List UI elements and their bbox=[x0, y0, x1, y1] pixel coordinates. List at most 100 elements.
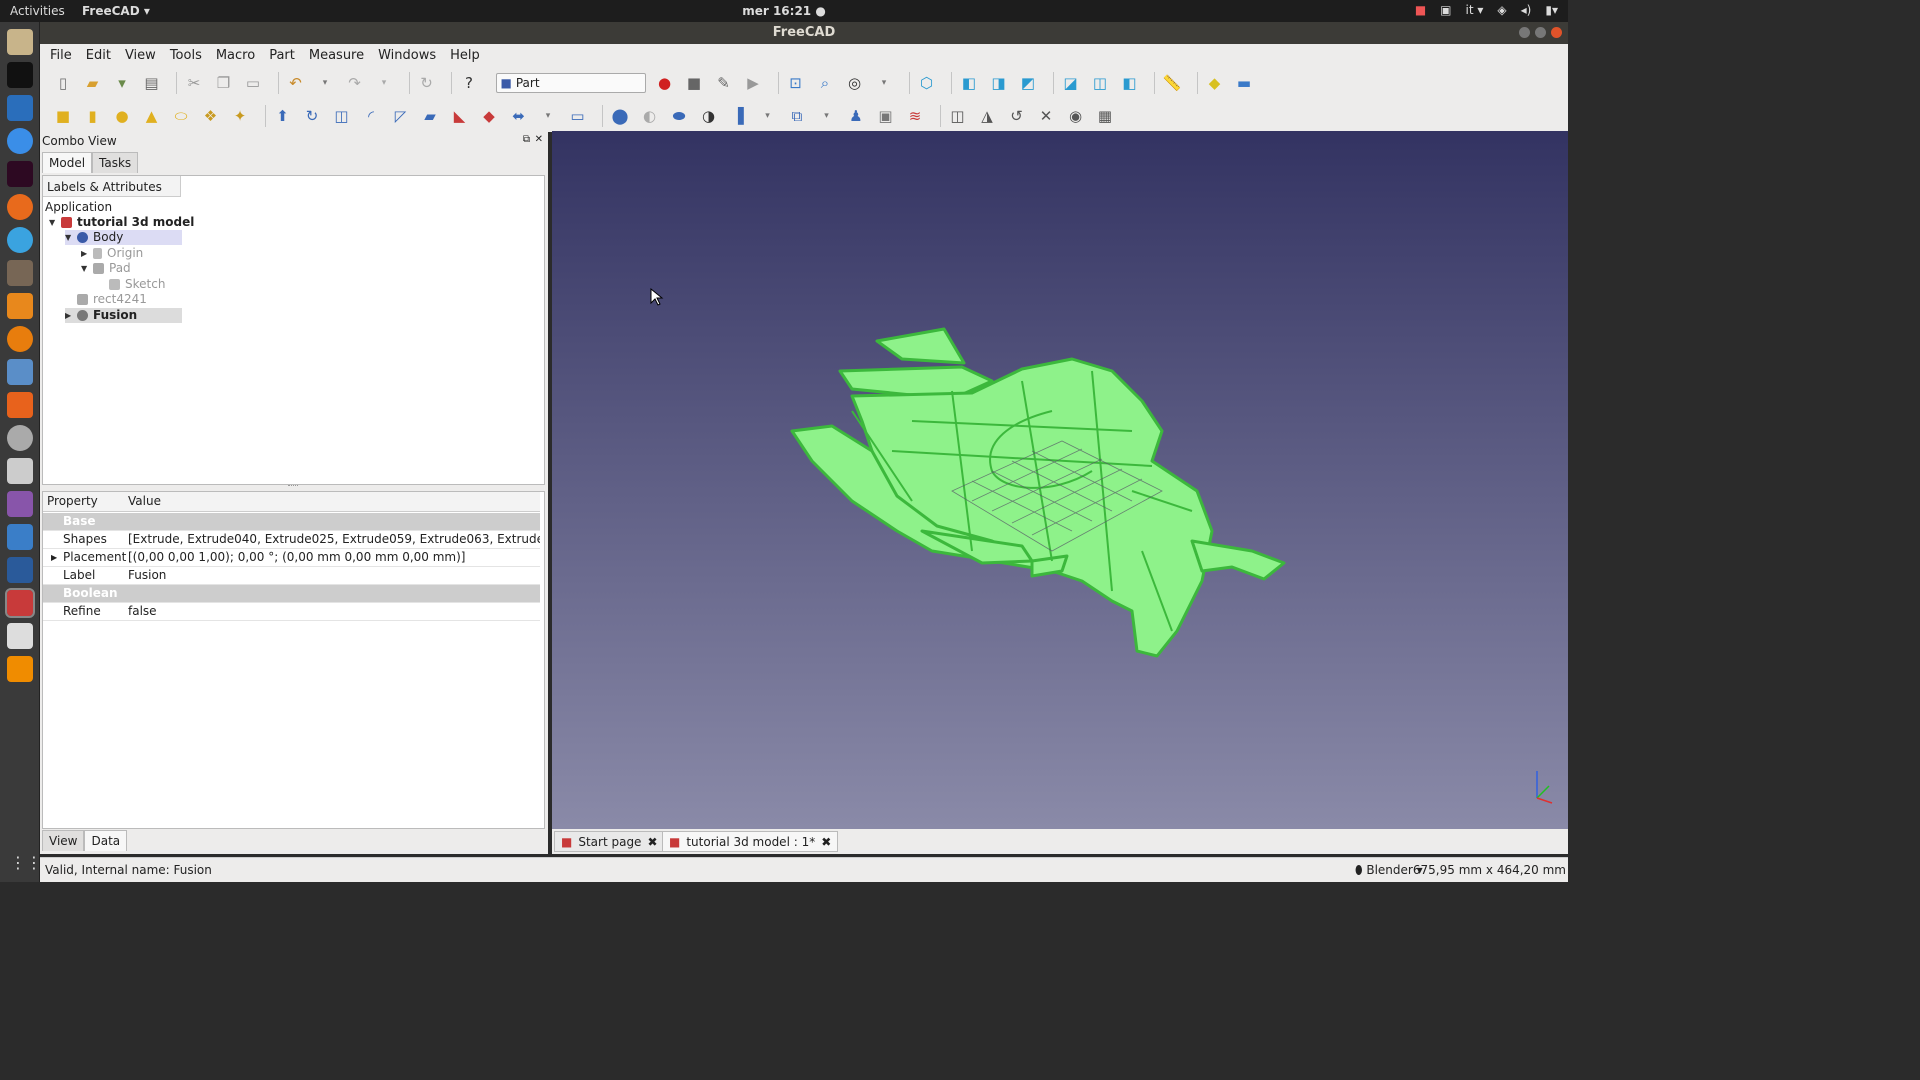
tree-item-origin[interactable]: ▶ Origin bbox=[81, 246, 143, 261]
measure-distance-icon[interactable]: 📏 bbox=[1161, 72, 1183, 94]
cone-icon[interactable]: ▲ bbox=[141, 105, 163, 127]
collapse-arrow-icon[interactable]: ▼ bbox=[81, 261, 93, 276]
cut-icon[interactable]: ✂ bbox=[183, 72, 205, 94]
primitives-icon[interactable]: ❖ bbox=[200, 105, 222, 127]
clock[interactable]: mer 16:21 ● bbox=[0, 4, 1568, 18]
join-dropdown-icon[interactable]: ▾ bbox=[757, 105, 779, 127]
screenshot-icon[interactable] bbox=[6, 458, 33, 484]
compound-tools-icon[interactable]: ♟ bbox=[845, 105, 867, 127]
tree-item-rect4241[interactable]: rect4241 bbox=[77, 292, 147, 307]
close-panel-icon[interactable]: ✕ bbox=[535, 134, 543, 145]
tree-item-document[interactable]: ▼ tutorial 3d model bbox=[49, 215, 194, 230]
menu-view[interactable]: View bbox=[125, 48, 156, 63]
tree-item-sketch[interactable]: Sketch bbox=[109, 277, 165, 292]
show-apps-icon[interactable]: ⋮⋮ bbox=[10, 853, 42, 872]
macro-run-icon[interactable]: ▶ bbox=[742, 72, 764, 94]
close-button[interactable] bbox=[1551, 27, 1562, 38]
text-editor-icon[interactable] bbox=[6, 623, 33, 649]
cut-boolean-icon[interactable]: ◐ bbox=[639, 105, 661, 127]
freecad-icon[interactable] bbox=[4, 588, 35, 618]
clipboard-icon[interactable]: ▣ bbox=[1440, 3, 1451, 17]
volume-icon[interactable]: ◂) bbox=[1521, 3, 1532, 17]
firefox-icon[interactable] bbox=[6, 194, 33, 220]
settings-icon[interactable] bbox=[6, 425, 33, 451]
maximize-button[interactable] bbox=[1535, 27, 1546, 38]
menu-measure[interactable]: Measure bbox=[309, 48, 364, 63]
measure-angular-icon[interactable]: ◮ bbox=[976, 105, 998, 127]
property-row-refine[interactable]: Refine false bbox=[43, 603, 540, 621]
paste-icon[interactable]: ▭ bbox=[242, 72, 264, 94]
fuse-icon[interactable]: ⬬ bbox=[668, 105, 690, 127]
draw-style-icon[interactable]: ◎ bbox=[844, 72, 866, 94]
language-indicator[interactable]: it ▾ bbox=[1466, 3, 1484, 17]
section-icon[interactable]: ≋ bbox=[904, 105, 926, 127]
save-icon[interactable]: ▾ bbox=[111, 72, 133, 94]
tab-view[interactable]: View bbox=[42, 830, 85, 851]
tab-tasks[interactable]: Tasks bbox=[92, 152, 139, 173]
cylinder-icon[interactable]: ▮ bbox=[82, 105, 104, 127]
property-group-boolean[interactable]: Boolean bbox=[43, 585, 540, 603]
join-features-icon[interactable]: ▐ bbox=[727, 105, 749, 127]
measure-toggle-3d-icon[interactable]: ◉ bbox=[1065, 105, 1087, 127]
tree-item-pad[interactable]: ▼ Pad bbox=[81, 261, 131, 276]
common-icon[interactable]: ◑ bbox=[698, 105, 720, 127]
menu-windows[interactable]: Windows bbox=[378, 48, 436, 63]
revolve-icon[interactable]: ↻ bbox=[301, 105, 323, 127]
measure-toggle-delta-icon[interactable]: ▦ bbox=[1094, 105, 1116, 127]
shape-builder-icon[interactable]: ✦ bbox=[229, 105, 251, 127]
measure-clear-icon[interactable]: ✕ bbox=[1035, 105, 1057, 127]
split-dropdown-icon[interactable]: ▾ bbox=[816, 105, 838, 127]
offset-icon[interactable]: ▭ bbox=[567, 105, 589, 127]
tab-tutorial-model[interactable]: ■ tutorial 3d model : 1* ✖ bbox=[662, 831, 839, 852]
tree-item-fusion[interactable]: ▶ Fusion bbox=[65, 308, 182, 323]
create-group-icon[interactable]: ▬ bbox=[1233, 72, 1255, 94]
extrude-icon[interactable]: ⬆ bbox=[272, 105, 294, 127]
media-icon[interactable] bbox=[6, 491, 33, 517]
redo-dropdown-icon[interactable]: ▾ bbox=[373, 72, 395, 94]
macro-record-icon[interactable]: ● bbox=[654, 72, 676, 94]
wifi-icon[interactable]: ◈ bbox=[1497, 3, 1506, 17]
left-view-icon[interactable]: ◧ bbox=[1119, 72, 1141, 94]
refresh-icon[interactable]: ↻ bbox=[416, 72, 438, 94]
property-group-base[interactable]: Base bbox=[43, 513, 540, 531]
copy-icon[interactable]: ❐ bbox=[213, 72, 235, 94]
property-row-placement[interactable]: ▶ Placement [(0,00 0,00 1,00); 0,00 °; (0,… bbox=[43, 549, 540, 567]
split-icon[interactable]: ⧉ bbox=[786, 105, 808, 127]
scanner-icon[interactable] bbox=[6, 359, 33, 385]
software-center-icon[interactable] bbox=[6, 392, 33, 418]
property-row-label[interactable]: Label Fusion bbox=[43, 567, 540, 585]
terminal-icon[interactable] bbox=[6, 161, 33, 187]
undo-icon[interactable]: ↶ bbox=[285, 72, 307, 94]
measure-linear-icon[interactable]: ◫ bbox=[947, 105, 969, 127]
property-value[interactable]: [Extrude, Extrude040, Extrude025, Extrud… bbox=[128, 531, 540, 548]
remote-desktop-icon[interactable] bbox=[6, 524, 33, 550]
property-value[interactable]: Fusion bbox=[128, 567, 540, 584]
ruled-surface-icon[interactable]: ◣ bbox=[449, 105, 471, 127]
macro-stop-icon[interactable]: ■ bbox=[683, 72, 705, 94]
battery-icon[interactable]: ▮▾ bbox=[1545, 3, 1558, 17]
menu-edit[interactable]: Edit bbox=[86, 48, 111, 63]
expand-arrow-icon[interactable]: ▶ bbox=[51, 549, 57, 566]
make-face-icon[interactable]: ▰ bbox=[419, 105, 441, 127]
splitter-handle[interactable] bbox=[288, 485, 298, 489]
close-tab-icon[interactable]: ✖ bbox=[647, 835, 657, 849]
measure-refresh-icon[interactable]: ↺ bbox=[1006, 105, 1028, 127]
float-panel-icon[interactable]: ⧉ bbox=[523, 134, 530, 145]
files-icon[interactable] bbox=[6, 29, 33, 55]
virtualbox-icon[interactable] bbox=[6, 557, 33, 583]
cube-icon[interactable]: ■ bbox=[52, 105, 74, 127]
whats-this-icon[interactable]: ? bbox=[458, 72, 480, 94]
gimp-icon[interactable] bbox=[6, 260, 33, 286]
create-part-icon[interactable]: ◆ bbox=[1204, 72, 1226, 94]
vlc-icon[interactable] bbox=[6, 656, 33, 682]
expand-arrow-icon[interactable]: ▶ bbox=[81, 246, 93, 261]
safari-icon[interactable] bbox=[6, 227, 33, 253]
tree-item-body[interactable]: ▼ Body bbox=[65, 230, 182, 245]
draw-style-dropdown-icon[interactable]: ▾ bbox=[873, 72, 895, 94]
tab-model[interactable]: Model bbox=[42, 152, 93, 173]
menu-part[interactable]: Part bbox=[269, 48, 295, 63]
right-view-icon[interactable]: ◩ bbox=[1017, 72, 1039, 94]
check-geometry-icon[interactable]: ▣ bbox=[875, 105, 897, 127]
undo-dropdown-icon[interactable]: ▾ bbox=[314, 72, 336, 94]
3d-viewport[interactable] bbox=[552, 131, 1568, 829]
